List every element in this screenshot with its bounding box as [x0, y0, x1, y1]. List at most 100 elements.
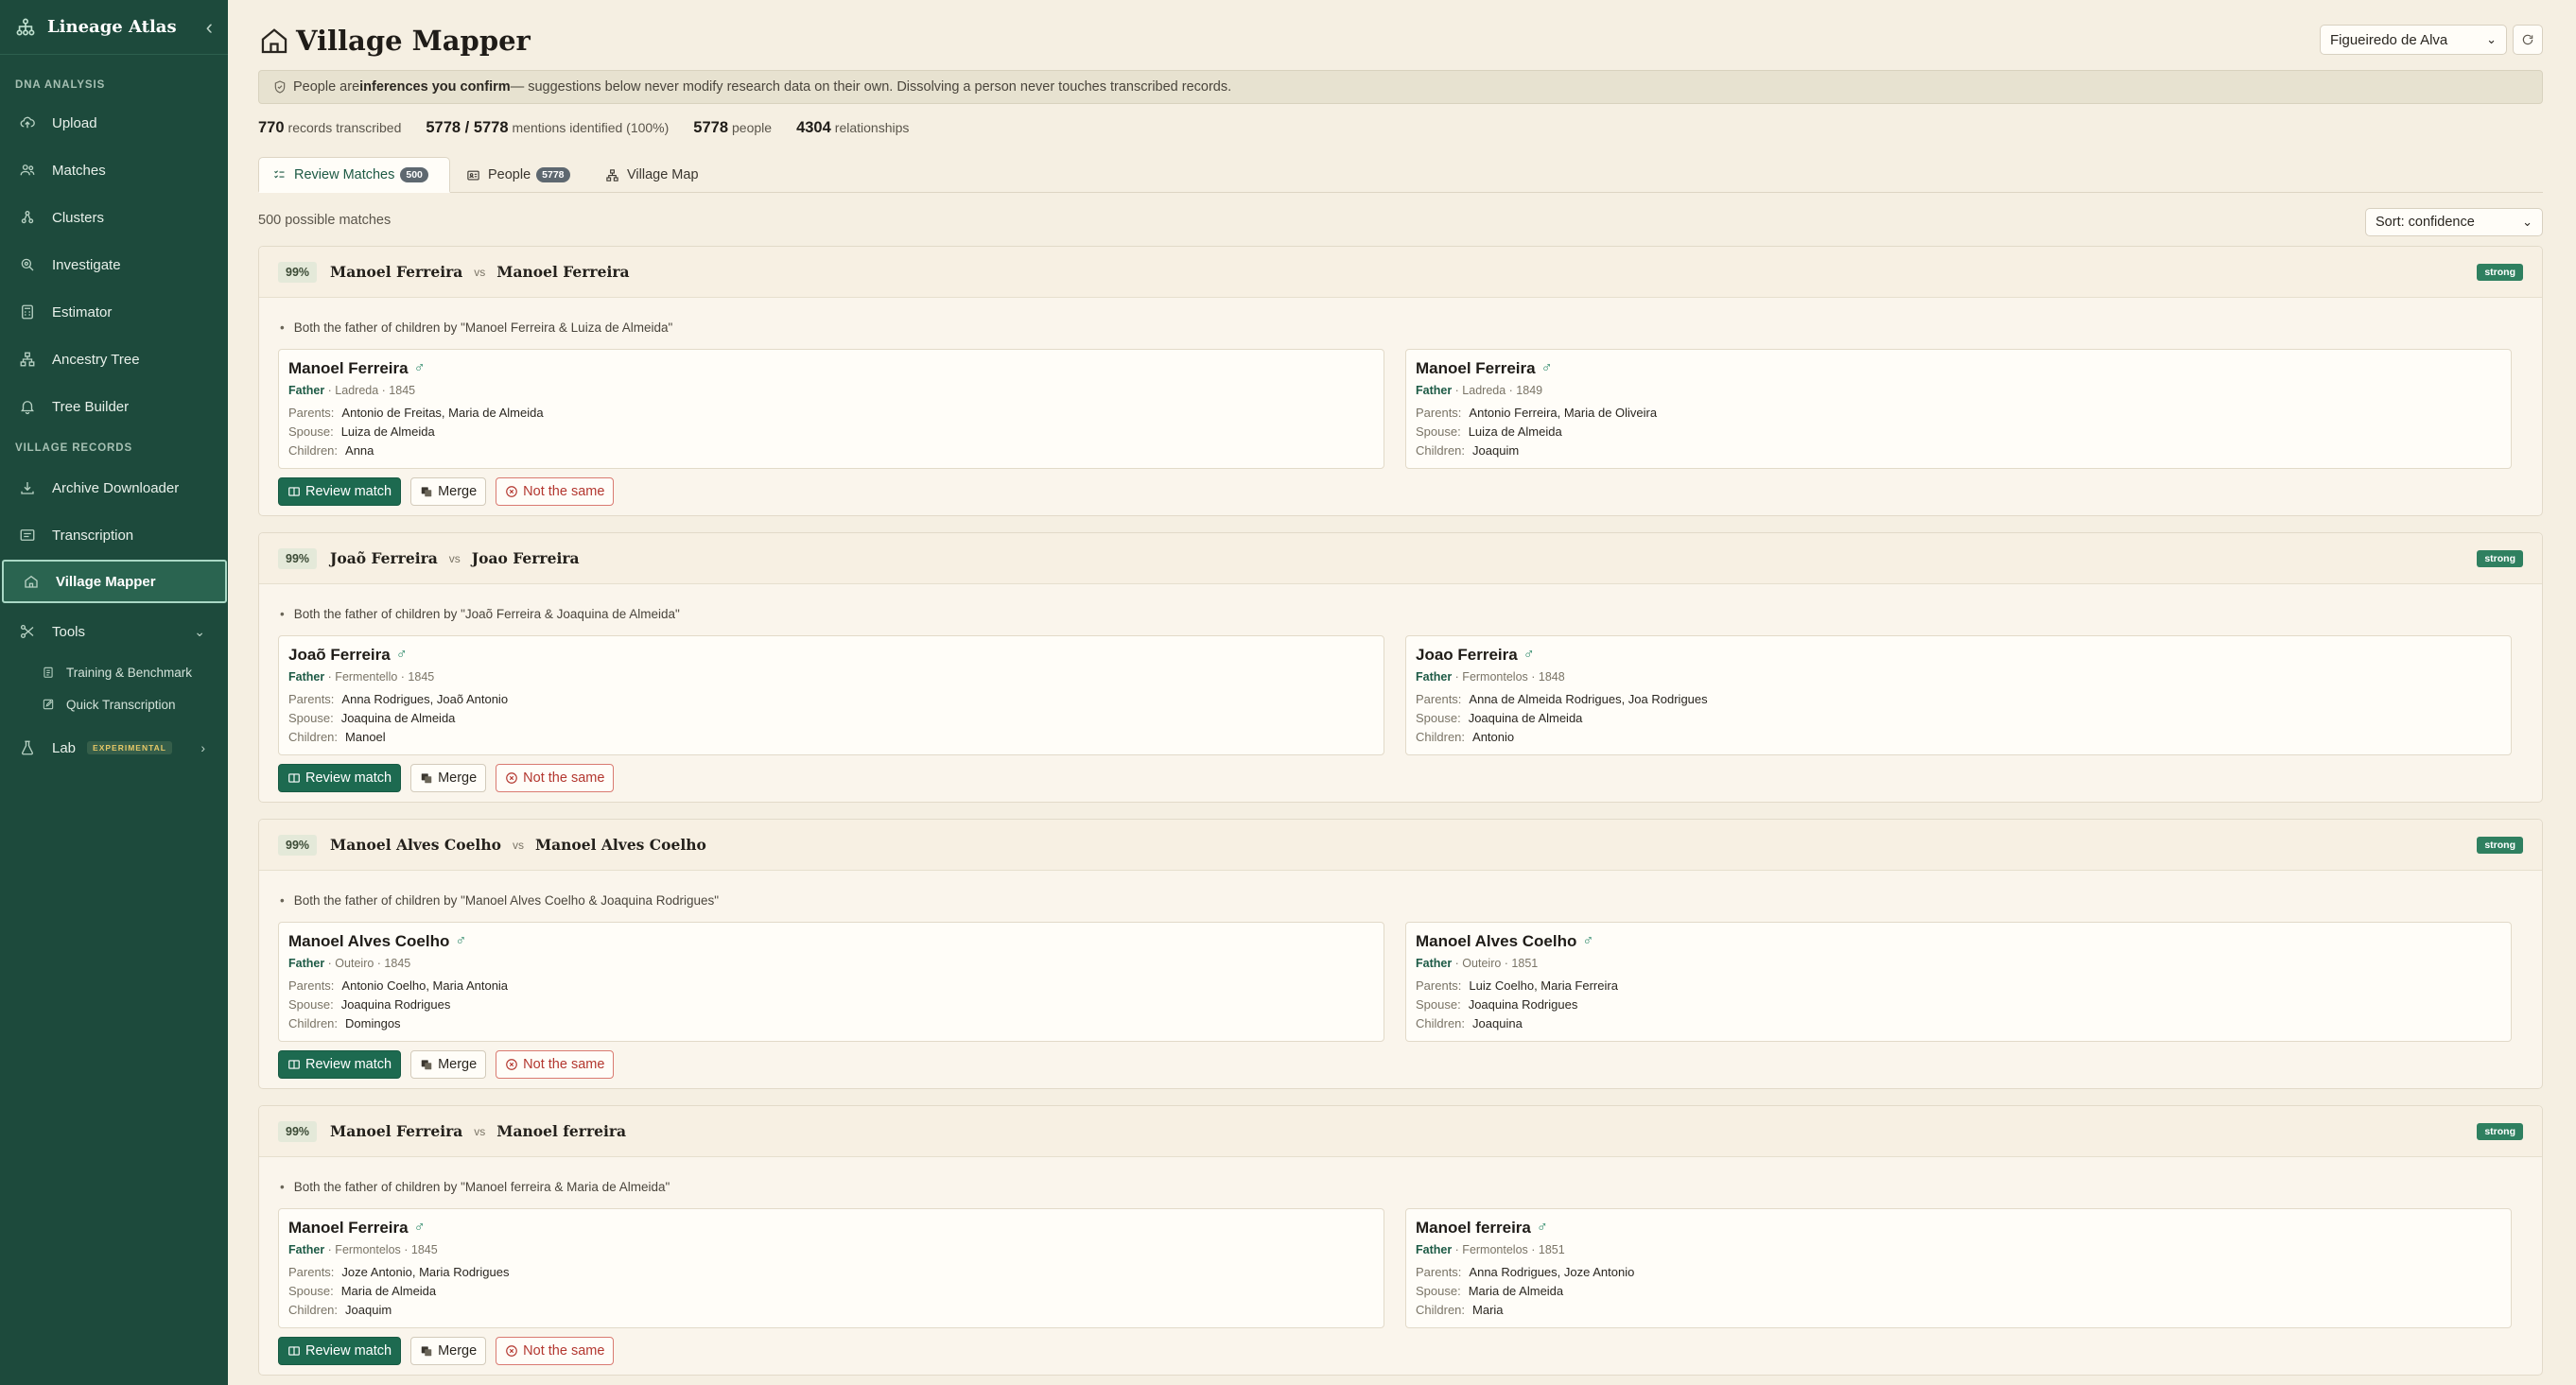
confidence-badge: 99% — [278, 261, 318, 283]
sidebar-item-tools[interactable]: Tools ⌄ — [0, 610, 228, 653]
sidebar-item-upload[interactable]: Upload — [0, 101, 228, 145]
shield-icon — [274, 80, 286, 94]
right-name: Manoel Alves Coelho — [534, 836, 706, 854]
chevron-right-icon[interactable]: › — [200, 740, 205, 755]
merge-button[interactable]: Merge — [410, 1337, 487, 1365]
stat-relationships: 4304 relationships — [796, 118, 910, 136]
review-match-button[interactable]: Review match — [278, 477, 402, 506]
review-match-button[interactable]: Review match — [278, 1337, 402, 1365]
not-the-same-button[interactable]: Not the same — [496, 477, 615, 506]
sidebar-item-tree-builder[interactable]: Tree Builder — [0, 385, 228, 428]
tab-review-matches[interactable]: Review Matches 500 — [258, 157, 450, 193]
sidebar-item-label: Estimator — [52, 303, 113, 320]
section-label-dna: DNA ANALYSIS — [15, 79, 106, 91]
tab-people[interactable]: People 5778 — [453, 157, 583, 193]
hierarchy-icon — [606, 168, 618, 182]
male-icon: ♂ — [413, 1220, 426, 1236]
calculator-icon — [22, 304, 33, 320]
not-the-same-button[interactable]: Not the same — [496, 1050, 615, 1079]
vs-label: vs — [512, 838, 524, 852]
person-children: Children: Anna — [288, 443, 374, 458]
person-card-right: Manoel Ferreira ♂ Father · Ladreda · 1849… — [1405, 349, 2512, 469]
sidebar-item-transcription[interactable]: Transcription — [0, 513, 228, 557]
brand: Lineage Atlas ‹ — [0, 0, 228, 55]
sidebar-subitem-training-benchmark[interactable]: Training & Benchmark — [0, 658, 228, 686]
right-name: Manoel Ferreira — [496, 263, 630, 281]
sidebar-item-archive-downloader[interactable]: Archive Downloader — [0, 466, 228, 510]
main-content: Village Mapper Figueiredo de Alva ⌄ Peop… — [258, 0, 2543, 1385]
list-check-icon — [274, 170, 285, 179]
review-match-button[interactable]: Review match — [278, 1050, 402, 1079]
person-spouse: Spouse: Luiza de Almeida — [288, 424, 435, 439]
tab-village-map[interactable]: Village Map — [592, 157, 712, 193]
match-actions: Review match Merge Not the same — [278, 477, 615, 506]
person-name: Manoel Ferreira ♂ — [1416, 359, 1553, 377]
village-select[interactable]: Figueiredo de Alva ⌄ — [2320, 25, 2507, 55]
sidebar-item-label: Ancestry Tree — [52, 351, 140, 368]
person-card-left: Joaõ Ferreira ♂ Father · Fermentello · 18… — [278, 635, 1384, 755]
person-parents: Parents: Joze Antonio, Maria Rodrigues — [288, 1265, 510, 1279]
sidebar-item-label: Lab — [52, 739, 77, 756]
sidebar-item-label: Tools — [52, 623, 86, 640]
left-name: Manoel Ferreira — [330, 1122, 463, 1140]
flask-icon — [22, 740, 33, 755]
sidebar-item-investigate[interactable]: Investigate — [0, 243, 228, 286]
vs-label: vs — [474, 1124, 486, 1138]
left-name: Manoel Ferreira — [330, 263, 463, 281]
sidebar-subitem-quick-transcription[interactable]: Quick Transcription — [0, 690, 228, 718]
section-label-village: VILLAGE RECORDS — [15, 442, 133, 454]
right-name: Manoel ferreira — [496, 1122, 627, 1140]
sidebar-item-estimator[interactable]: Estimator — [0, 290, 228, 334]
sidebar-item-matches[interactable]: Matches — [0, 148, 228, 192]
tab-bar: Review Matches 500 People 5778 Village M… — [258, 157, 2543, 193]
stat-records: 770 records transcribed — [258, 118, 402, 136]
sidebar: Lineage Atlas ‹ DNA ANALYSIS Upload Matc… — [0, 0, 228, 1385]
refresh-button[interactable] — [2513, 25, 2543, 55]
book-open-icon — [288, 487, 300, 496]
person-spouse: Spouse: Maria de Almeida — [1416, 1284, 1564, 1298]
match-actions: Review match Merge Not the same — [278, 1337, 615, 1365]
merge-button[interactable]: Merge — [410, 1050, 487, 1079]
match-reason: Both the father of children by "Joaõ Fer… — [280, 607, 680, 621]
sort-select-value: Sort: confidence — [2376, 215, 2475, 230]
merge-layers-icon — [421, 1060, 432, 1070]
brand-name: Lineage Atlas — [47, 17, 177, 37]
male-icon: ♂ — [1582, 933, 1594, 949]
sidebar-item-label: Village Mapper — [56, 573, 156, 590]
match-card: 99% Joaõ Ferreira vs Joao Ferreira stron… — [258, 532, 2543, 803]
sort-select[interactable]: Sort: confidence ⌄ — [2365, 208, 2543, 236]
sidebar-item-ancestry-tree[interactable]: Ancestry Tree — [0, 338, 228, 381]
x-circle-icon — [506, 1345, 518, 1357]
review-match-button[interactable]: Review match — [278, 764, 402, 792]
person-name: Manoel ferreira ♂ — [1416, 1219, 1548, 1237]
person-role: Father · Fermontelos · 1848 — [1416, 670, 1565, 684]
person-spouse: Spouse: Luiza de Almeida — [1416, 424, 1562, 439]
person-role: Father · Fermentello · 1845 — [288, 670, 435, 684]
chevron-down-icon[interactable]: ⌄ — [194, 624, 205, 640]
sidebar-item-village-mapper[interactable]: Village Mapper — [2, 560, 227, 603]
confidence-badge: 99% — [278, 1120, 318, 1142]
sidebar-item-clusters[interactable]: Clusters — [0, 196, 228, 239]
merge-button[interactable]: Merge — [410, 764, 487, 792]
male-icon: ♂ — [1536, 1220, 1548, 1236]
not-the-same-button[interactable]: Not the same — [496, 764, 615, 792]
person-name: Manoel Ferreira ♂ — [288, 359, 426, 377]
match-actions: Review match Merge Not the same — [278, 764, 615, 792]
village-select-value: Figueiredo de Alva — [2330, 31, 2448, 48]
person-parents: Parents: Anna Rodrigues, Joaõ Antonio — [288, 692, 509, 706]
page-header: Village Mapper Figueiredo de Alva ⌄ — [258, 19, 2543, 62]
person-children: Children: Joaquim — [288, 1303, 392, 1317]
not-the-same-button[interactable]: Not the same — [496, 1337, 615, 1365]
person-spouse: Spouse: Joaquina de Almeida — [288, 711, 456, 725]
sidebar-item-lab[interactable]: Lab EXPERIMENTAL › — [0, 726, 228, 770]
bell-icon — [21, 401, 34, 415]
person-role: Father · Ladreda · 1849 — [1416, 384, 1543, 397]
sidebar-item-label: Matches — [52, 162, 106, 179]
person-children: Children: Joaquim — [1416, 443, 1520, 458]
person-name: Joao Ferreira ♂ — [1416, 646, 1535, 664]
house-icon — [25, 575, 38, 588]
chevron-left-icon[interactable]: ‹ — [206, 16, 213, 38]
person-children: Children: Manoel — [288, 730, 386, 744]
person-name: Manoel Alves Coelho ♂ — [288, 932, 467, 950]
merge-button[interactable]: Merge — [410, 477, 487, 506]
